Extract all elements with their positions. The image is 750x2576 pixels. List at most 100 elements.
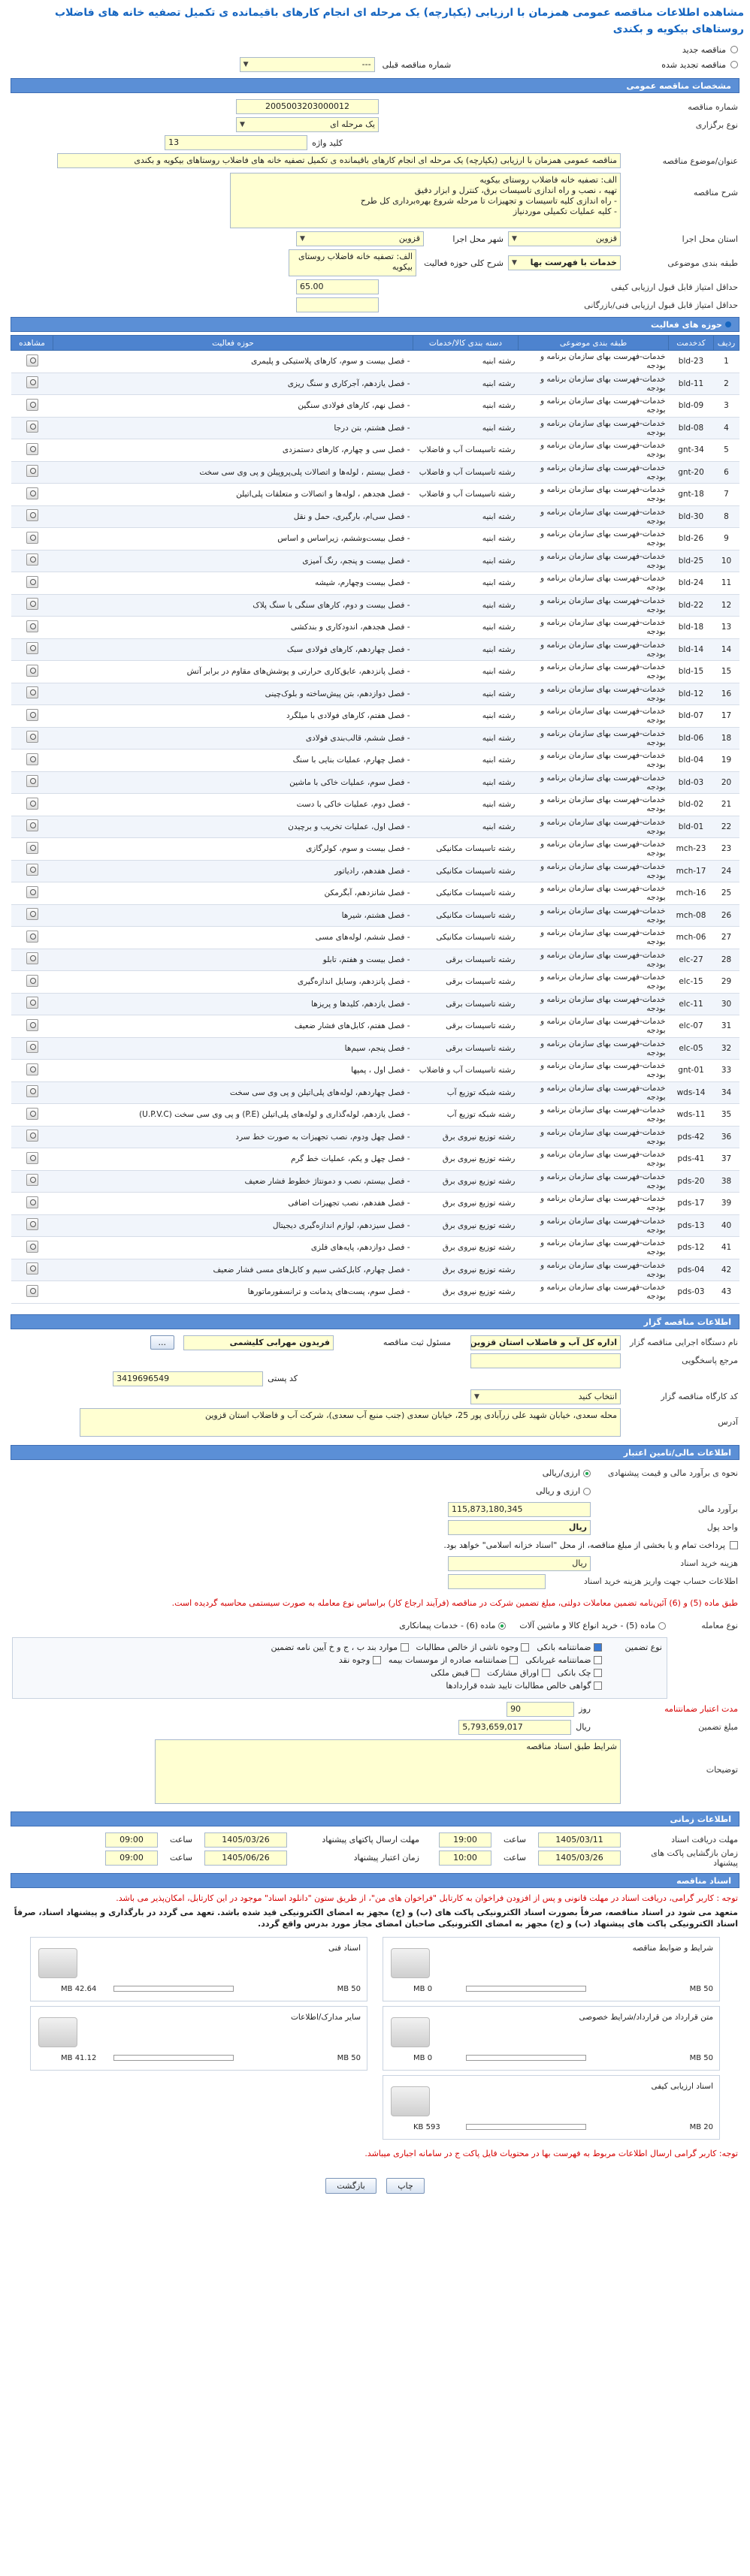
treasury-checkbox[interactable] bbox=[730, 1541, 738, 1549]
checkbox-icon[interactable] bbox=[470, 1669, 479, 1677]
radio-icon[interactable] bbox=[658, 1621, 666, 1630]
view-icon[interactable] bbox=[26, 1151, 38, 1164]
view-icon[interactable] bbox=[26, 1085, 38, 1098]
guar-cheque[interactable]: چک بانکی bbox=[558, 1668, 602, 1678]
deal-option-5[interactable]: ماده (5) - خرید انواع کالا و ماشین آلات bbox=[519, 1621, 666, 1630]
checkbox-icon[interactable] bbox=[594, 1669, 602, 1677]
view-icon[interactable] bbox=[26, 398, 38, 411]
view-icon[interactable] bbox=[26, 487, 38, 499]
radio-icon[interactable] bbox=[498, 1621, 507, 1630]
view-icon[interactable] bbox=[26, 974, 38, 987]
deal-option-6[interactable]: ماده (6) - خدمات پیمانکاری bbox=[399, 1621, 507, 1630]
view-cell bbox=[11, 1192, 53, 1215]
view-icon[interactable] bbox=[26, 708, 38, 721]
guar-nonbank[interactable]: ضمانتنامه غیربانکی bbox=[525, 1655, 602, 1665]
doc-item[interactable]: سایر مدارک/اطلاعات 41.12 MB 50 MB bbox=[30, 2005, 367, 2071]
checkbox-icon[interactable] bbox=[400, 1643, 409, 1651]
print-button[interactable]: چاپ bbox=[386, 2177, 425, 2194]
view-icon[interactable] bbox=[26, 1130, 38, 1142]
option-renewed[interactable]: مناقصه تجدید شده شماره مناقصه قبلی --- ▼ bbox=[12, 57, 738, 72]
view-icon[interactable] bbox=[26, 997, 38, 1009]
table-row: 36 pds-42 خدمات-فهرست بهای سازمان برنامه و… bbox=[11, 1126, 739, 1148]
checkbox-icon[interactable] bbox=[372, 1656, 381, 1664]
guar-clauses[interactable]: موارد بند ب ، ج و خ آیین نامه تضمین bbox=[271, 1642, 409, 1652]
view-icon[interactable] bbox=[26, 421, 38, 433]
view-icon[interactable] bbox=[26, 1107, 38, 1120]
doc-item[interactable]: اسناد فنی 42.64 MB 50 MB bbox=[30, 1936, 367, 2001]
view-icon[interactable] bbox=[26, 1218, 38, 1231]
checkbox-icon[interactable] bbox=[594, 1643, 602, 1651]
estimate-option-rial-fx[interactable]: ارزی/ریالی bbox=[543, 1468, 591, 1478]
view-icon[interactable] bbox=[26, 686, 38, 699]
scope-textarea[interactable]: الف: تصفیه خانه فاضلاب روستای بیکویه bbox=[289, 249, 416, 276]
type-select[interactable]: یک مرحله ای ▼ bbox=[236, 117, 379, 132]
view-icon[interactable] bbox=[26, 797, 38, 810]
guar-cash[interactable]: وجوه نقد bbox=[339, 1655, 381, 1665]
checkbox-icon[interactable] bbox=[510, 1656, 519, 1664]
guar-property[interactable]: قبض ملکی bbox=[431, 1668, 479, 1678]
doc-title: اسناد ارزیابی کیفی bbox=[651, 2081, 713, 2091]
view-icon[interactable] bbox=[26, 731, 38, 744]
view-icon[interactable] bbox=[26, 819, 38, 832]
checkbox-icon[interactable] bbox=[521, 1643, 530, 1651]
option-new[interactable]: مناقصه جدید bbox=[12, 42, 738, 57]
radio-icon[interactable] bbox=[730, 61, 738, 68]
table-cell: - فصل چهاردهم، لوله‌های پلی‌اتیلن و پی و… bbox=[53, 1081, 413, 1104]
view-icon[interactable] bbox=[26, 753, 38, 765]
radio-icon[interactable] bbox=[730, 46, 738, 53]
view-icon[interactable] bbox=[26, 642, 38, 655]
view-icon[interactable] bbox=[26, 376, 38, 389]
back-button[interactable]: بازگشت bbox=[325, 2177, 377, 2194]
guar-cash-receivables[interactable]: وجوه ناشی از خالص مطالبات bbox=[416, 1642, 530, 1652]
view-icon[interactable] bbox=[26, 1041, 38, 1054]
view-icon[interactable] bbox=[26, 1196, 38, 1208]
desc-textarea[interactable]: الف: تصفیه خانه فاضلاب روستای بیکویه تهی… bbox=[230, 173, 621, 228]
view-icon[interactable] bbox=[26, 575, 38, 588]
view-icon[interactable] bbox=[26, 354, 38, 366]
ref-input[interactable] bbox=[470, 1353, 621, 1368]
view-icon[interactable] bbox=[26, 620, 38, 632]
guar-certified[interactable]: گواهی خالص مطالبات تایید شده قراردادها bbox=[446, 1681, 602, 1691]
estimate-option-rial[interactable]: ارزی و ریالی bbox=[536, 1486, 591, 1496]
view-icon[interactable] bbox=[26, 908, 38, 921]
view-icon[interactable] bbox=[26, 531, 38, 544]
province-select[interactable]: قزوین ▼ bbox=[508, 231, 621, 246]
view-icon[interactable] bbox=[26, 930, 38, 943]
radio-icon[interactable] bbox=[583, 1469, 591, 1477]
view-icon[interactable] bbox=[26, 885, 38, 898]
collapse-icon[interactable] bbox=[725, 321, 731, 327]
subject-input[interactable]: مناقصه عمومی همزمان با ارزیابی (یکپارچه)… bbox=[57, 153, 621, 168]
view-icon[interactable] bbox=[26, 598, 38, 611]
view-icon[interactable] bbox=[26, 465, 38, 478]
view-icon[interactable] bbox=[26, 1240, 38, 1253]
radio-icon[interactable] bbox=[583, 1487, 591, 1495]
view-icon[interactable] bbox=[26, 1284, 38, 1297]
doc-item[interactable]: اسناد ارزیابی کیفی 593 KB 20 MB bbox=[383, 2074, 720, 2140]
checkbox-icon[interactable] bbox=[594, 1682, 602, 1690]
view-icon[interactable] bbox=[26, 1018, 38, 1031]
checkbox-icon[interactable] bbox=[541, 1669, 550, 1677]
view-icon[interactable] bbox=[26, 775, 38, 788]
guar-bonds[interactable]: اوراق مشارکت bbox=[487, 1668, 550, 1678]
city-select[interactable]: قزوین ▼ bbox=[296, 231, 424, 246]
view-icon[interactable] bbox=[26, 1262, 38, 1275]
more-button[interactable]: ... bbox=[150, 1335, 174, 1350]
guar-insurance[interactable]: ضمانتنامه صادره از موسسات بیمه bbox=[389, 1655, 519, 1665]
guar-bank[interactable]: ضمانتنامه بانکی bbox=[537, 1642, 602, 1652]
prev-number-select[interactable]: --- ▼ bbox=[239, 57, 375, 72]
doc-item[interactable]: شرایط و ضوابط مناقصه 0 MB 50 MB bbox=[383, 1936, 720, 2001]
view-icon[interactable] bbox=[26, 1063, 38, 1075]
doc-item[interactable]: متن قرارداد من قرارداد/شرایط خصوصی 0 MB 50… bbox=[383, 2005, 720, 2071]
view-icon[interactable] bbox=[26, 864, 38, 876]
view-icon[interactable] bbox=[26, 841, 38, 854]
view-icon[interactable] bbox=[26, 952, 38, 965]
keyword-input[interactable]: 13 bbox=[165, 135, 308, 150]
view-icon[interactable] bbox=[26, 664, 38, 677]
workshop-select[interactable]: انتخاب کنید ▼ bbox=[470, 1389, 621, 1404]
view-icon[interactable] bbox=[26, 442, 38, 455]
view-icon[interactable] bbox=[26, 554, 38, 566]
category-select[interactable]: خدمات با فهرست بها ▼ bbox=[508, 255, 621, 270]
checkbox-icon[interactable] bbox=[594, 1656, 602, 1664]
view-icon[interactable] bbox=[26, 509, 38, 522]
view-icon[interactable] bbox=[26, 1174, 38, 1187]
